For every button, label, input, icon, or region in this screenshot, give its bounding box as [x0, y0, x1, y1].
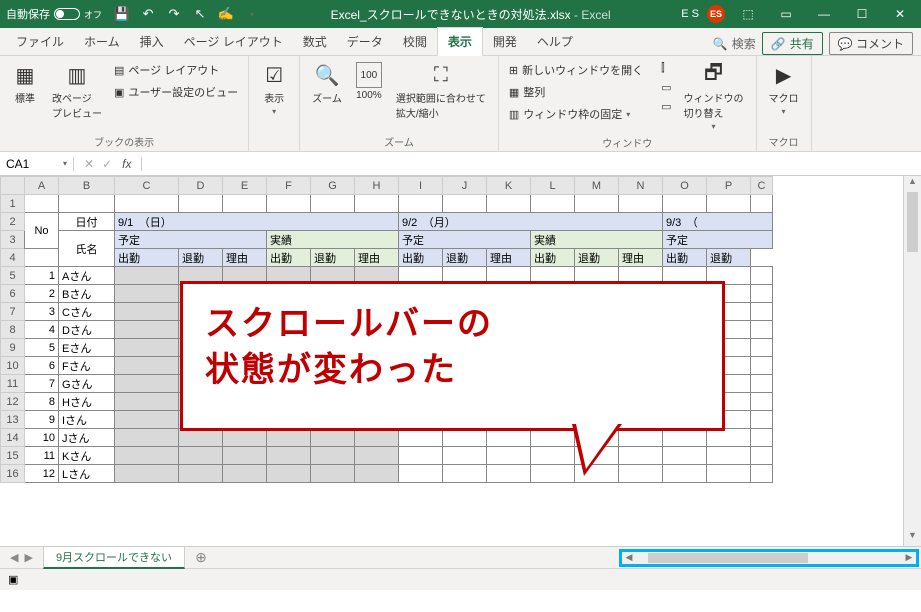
tab-pagelayout[interactable]: ページ レイアウト	[174, 28, 293, 55]
show-icon: ☑	[261, 62, 287, 88]
newwin-icon: ⊞	[509, 64, 518, 77]
unhide-icon: ▭	[661, 100, 671, 113]
comment-button[interactable]: 💬 コメント	[829, 32, 913, 55]
macro-icon: ▶	[771, 62, 797, 88]
ribbon-collapse-icon[interactable]: ▭	[771, 2, 801, 26]
hundred-percent-button[interactable]: 100 100%	[352, 60, 386, 103]
new-window-button[interactable]: ⊞ 新しいウィンドウを開く	[507, 60, 645, 80]
close-icon[interactable]: ✕	[885, 2, 915, 26]
tab-formulas[interactable]: 数式	[293, 28, 337, 55]
formula-bar: CA1▾ ✕ ✓ fx	[0, 152, 921, 176]
record-macro-icon[interactable]: ▣	[8, 573, 18, 586]
callout-tail-icon	[572, 424, 622, 476]
tab-insert[interactable]: 挿入	[130, 28, 174, 55]
vscroll-thumb[interactable]	[907, 192, 918, 252]
custom-icon: ▣	[114, 86, 124, 99]
autosave-state: オフ	[84, 8, 102, 21]
autosave-toggle[interactable]: 自動保存 オフ	[6, 6, 102, 22]
ribbon-tabs: ファイル ホーム 挿入 ページ レイアウト 数式 データ 校閲 表示 開発 ヘル…	[0, 28, 921, 56]
fx-icon[interactable]: fx	[122, 157, 142, 171]
tab-developer[interactable]: 開発	[483, 28, 527, 55]
share-button[interactable]: 🔗 共有	[762, 32, 823, 55]
cancel-icon[interactable]: ✕	[84, 157, 94, 171]
undo-icon[interactable]: ↶	[140, 6, 156, 22]
callout-annotation: スクロールバーの 状態が変わった	[180, 281, 725, 431]
spreadsheet-grid[interactable]: ABCDEFGHIJKLMNOPC12No日付9/1 （日）9/2 （月）9/3…	[0, 176, 903, 546]
redo-icon[interactable]: ↷	[166, 6, 182, 22]
hide-button[interactable]: ▭	[659, 79, 673, 96]
arrange-button[interactable]: ▦ 整列	[507, 82, 645, 102]
zoom-button[interactable]: 🔍 ズーム	[308, 60, 346, 107]
tab-review[interactable]: 校閲	[393, 28, 437, 55]
next-sheet-icon[interactable]: ▶	[24, 551, 32, 564]
prev-sheet-icon[interactable]: ◀	[10, 551, 18, 564]
group-macros: ▶ マクロ▾ マクロ	[757, 56, 812, 151]
hundred-icon: 100	[356, 62, 382, 88]
unhide-button[interactable]: ▭	[659, 98, 673, 115]
cursor-icon[interactable]: ↖	[192, 6, 208, 22]
grid-icon: ▦	[12, 62, 38, 88]
touch-icon[interactable]: ✍	[218, 6, 234, 22]
show-button[interactable]: ☑ 表示▾	[257, 60, 291, 118]
tab-help[interactable]: ヘルプ	[527, 28, 583, 55]
group-window: ⊞ 新しいウィンドウを開く ▦ 整列 ▥ ウィンドウ枠の固定 ▾ ⫿ ▭ ▭ 🗗…	[499, 56, 757, 151]
page-layout-button[interactable]: ▤ ページ レイアウト	[112, 60, 240, 80]
switch-window-button[interactable]: 🗗 ウィンドウの 切り替え▾	[680, 60, 748, 133]
minimize-icon[interactable]: —	[809, 2, 839, 26]
vertical-scrollbar[interactable]: ▲ ▼	[903, 176, 921, 546]
scroll-right-icon[interactable]: ▶	[902, 552, 916, 563]
normal-view-button[interactable]: ▦ 標準	[8, 60, 42, 107]
hscroll-thumb[interactable]	[648, 553, 808, 563]
horizontal-scrollbar[interactable]: ◀ ▶	[619, 549, 919, 567]
split-icon: ⫿	[661, 62, 665, 75]
sheet-tab-bar: ◀ ▶ 9月スクロールできない ⊕ ◀ ▶	[0, 546, 921, 568]
qat-more-icon[interactable]: ▾	[244, 6, 260, 22]
freeze-panes-button[interactable]: ▥ ウィンドウ枠の固定 ▾	[507, 104, 645, 124]
page-icon: ▤	[114, 64, 124, 77]
tab-home[interactable]: ホーム	[74, 28, 130, 55]
tab-file[interactable]: ファイル	[6, 28, 74, 55]
group-zoom: 🔍 ズーム 100 100% ⛶ 選択範囲に合わせて 拡大/縮小 ズーム	[300, 56, 499, 151]
group-show: ☑ 表示▾	[249, 56, 300, 151]
switch-icon: 🗗	[701, 62, 727, 88]
scroll-left-icon[interactable]: ◀	[622, 552, 636, 563]
autosave-label: 自動保存	[6, 6, 50, 22]
status-bar: ▣	[0, 568, 921, 590]
freeze-icon: ▥	[509, 108, 519, 121]
scroll-up-icon[interactable]: ▲	[904, 176, 921, 192]
macros-button[interactable]: ▶ マクロ▾	[765, 60, 803, 118]
group-workbook-views: ▦ 標準 ▥ 改ページ プレビュー ▤ ページ レイアウト ▣ ユーザー設定のビ…	[0, 56, 249, 151]
maximize-icon[interactable]: ☐	[847, 2, 877, 26]
ribbon-mode-icon[interactable]: ⬚	[733, 2, 763, 26]
custom-views-button[interactable]: ▣ ユーザー設定のビュー	[112, 82, 240, 102]
zoom-icon: 🔍	[314, 62, 340, 88]
toggle-icon	[54, 8, 80, 20]
zoom-selection-button[interactable]: ⛶ 選択範囲に合わせて 拡大/縮小	[392, 60, 490, 122]
hide-icon: ▭	[661, 81, 671, 94]
pagebreak-preview-button[interactable]: ▥ 改ページ プレビュー	[48, 60, 106, 122]
split-button[interactable]: ⫿	[659, 60, 673, 77]
search-box[interactable]: 🔍 検索	[713, 35, 756, 52]
title-bar: 自動保存 オフ 💾 ↶ ↷ ↖ ✍ ▾ Excel_スクロールできないときの対処…	[0, 0, 921, 28]
tab-data[interactable]: データ	[337, 28, 393, 55]
avatar[interactable]: ES	[707, 5, 725, 23]
sheet-tab-active[interactable]: 9月スクロールできない	[43, 546, 185, 569]
pagebreak-icon: ▥	[64, 62, 90, 88]
enter-icon[interactable]: ✓	[102, 157, 112, 171]
arrange-icon: ▦	[509, 86, 519, 99]
user-initials: E S	[681, 8, 699, 20]
ribbon: ▦ 標準 ▥ 改ページ プレビュー ▤ ページ レイアウト ▣ ユーザー設定のビ…	[0, 56, 921, 152]
tab-view[interactable]: 表示	[437, 27, 483, 56]
name-box[interactable]: CA1▾	[0, 157, 74, 171]
save-icon[interactable]: 💾	[114, 6, 130, 22]
add-sheet-icon[interactable]: ⊕	[185, 549, 217, 566]
window-title: Excel_スクロールできないときの対処法.xlsx - Excel	[260, 6, 681, 23]
scroll-down-icon[interactable]: ▼	[904, 530, 921, 546]
fit-icon: ⛶	[428, 62, 454, 88]
